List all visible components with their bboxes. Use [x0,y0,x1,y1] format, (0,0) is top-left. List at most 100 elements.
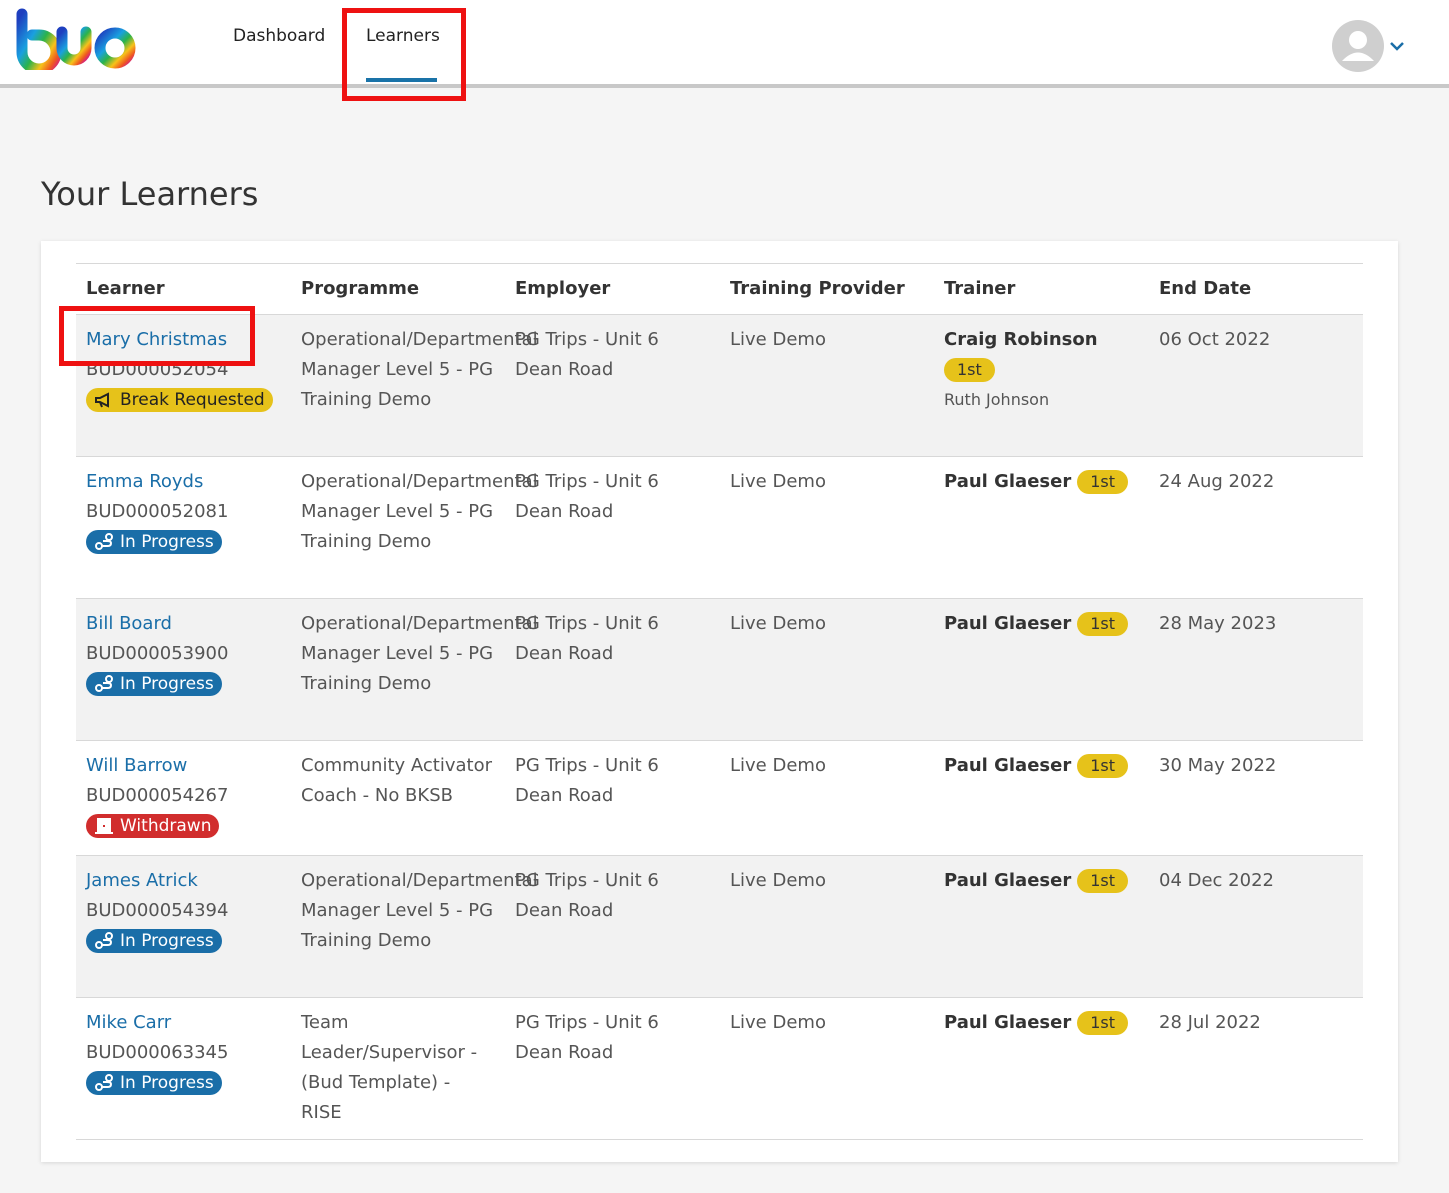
learner-id: BUD000052081 [86,501,229,522]
route-icon [95,932,113,949]
status-label: In Progress [120,532,214,552]
top-navigation-bar: Dashboard Learners [0,0,1449,88]
status-label: In Progress [120,931,214,951]
end-date-cell: 06 Oct 2022 [1149,314,1363,457]
trainer-cell: Craig Robinson 1st Ruth Johnson [934,314,1149,457]
table-row[interactable]: Mike Carr BUD000063345 In Progress Team … [76,997,1363,1140]
provider-cell: Live Demo [720,740,934,856]
route-icon [95,1074,113,1091]
learner-id: BUD000052054 [86,359,229,380]
status-label: In Progress [120,1073,214,1093]
learner-name-link[interactable]: Emma Royds [86,467,281,497]
end-date-cell: 30 May 2022 [1149,740,1363,856]
provider-cell: Live Demo [720,314,934,457]
learner-id: BUD000053900 [86,643,229,664]
table-row[interactable]: James Atrick BUD000054394 In Progress Op… [76,855,1363,998]
chevron-down-icon[interactable] [1389,40,1405,52]
end-date-cell: 04 Dec 2022 [1149,855,1363,998]
programme-cell: Team Leader/Supervisor - (Bud Template) … [291,997,505,1140]
trainer-cell: Paul Glaeser 1st [934,598,1149,741]
column-header-learner[interactable]: Learner [76,263,291,315]
trainer-name: Craig Robinson [944,329,1098,350]
programme-cell: Operational/Departmental Manager Level 5… [291,598,538,741]
programme-cell: Community Activator Coach - No BKSB [291,740,505,856]
status-badge-withdrawn[interactable]: Withdrawn [86,814,220,838]
trainer-name: Paul Glaeser [944,471,1072,492]
learner-cell: Will Barrow BUD000054267 Withdrawn [76,740,291,856]
trainer-name: Paul Glaeser [944,613,1072,634]
table-row[interactable]: Emma Royds BUD000052081 In Progress Oper… [76,456,1363,599]
column-header-training-provider[interactable]: Training Provider [720,263,934,315]
learner-cell: James Atrick BUD000054394 In Progress [76,855,291,998]
nav-dashboard[interactable]: Dashboard [233,26,325,46]
programme-cell: Operational/Departmental Manager Level 5… [291,456,538,599]
trainer-cell: Paul Glaeser 1st [934,740,1149,856]
provider-cell: Live Demo [720,598,934,741]
column-header-end-date[interactable]: End Date [1149,263,1363,315]
status-badge-in-progress[interactable]: In Progress [86,672,222,696]
status-label: In Progress [120,674,214,694]
learners-card: Learner Programme Employer Training Prov… [41,241,1398,1162]
bud-logo[interactable] [14,8,142,70]
learner-cell: Emma Royds BUD000052081 In Progress [76,456,291,599]
status-badge-in-progress[interactable]: In Progress [86,530,222,554]
column-header-trainer[interactable]: Trainer [934,263,1149,315]
learner-name-link[interactable]: Mike Carr [86,1008,281,1038]
trainer-primary-tag: 1st [1077,1011,1129,1035]
end-date-cell: 24 Aug 2022 [1149,456,1363,599]
table-header-row: Learner Programme Employer Training Prov… [76,263,1363,315]
route-icon [95,533,113,550]
employer-cell: PG Trips - Unit 6 Dean Road [505,314,720,457]
status-badge-in-progress[interactable]: In Progress [86,929,222,953]
status-label: Break Requested [120,390,265,410]
employer-cell: PG Trips - Unit 6 Dean Road [505,740,720,856]
active-tab-indicator [366,78,437,82]
user-menu[interactable] [1332,20,1410,72]
end-date-cell: 28 May 2023 [1149,598,1363,741]
trainer-name: Paul Glaeser [944,870,1072,891]
page-title: Your Learners [41,175,259,213]
table-row[interactable]: Mary Christmas BUD000052054 Break Reques… [76,314,1363,457]
status-label: Withdrawn [120,816,212,836]
table-row[interactable]: Will Barrow BUD000054267 Withdrawn Commu… [76,740,1363,856]
employer-cell: PG Trips - Unit 6 Dean Road [505,997,720,1140]
table-row[interactable]: Bill Board BUD000053900 In Progress Oper… [76,598,1363,741]
learner-cell: Mike Carr BUD000063345 In Progress [76,997,291,1140]
exit-door-icon [95,818,113,834]
trainer-cell: Paul Glaeser 1st [934,456,1149,599]
learner-name-link[interactable]: James Atrick [86,866,281,896]
learner-id: BUD000054267 [86,785,229,806]
learner-cell: Mary Christmas BUD000052054 Break Reques… [76,314,291,457]
employer-cell: PG Trips - Unit 6 Dean Road [505,598,720,741]
employer-cell: PG Trips - Unit 6 Dean Road [505,855,720,998]
provider-cell: Live Demo [720,997,934,1140]
learner-name-link[interactable]: Will Barrow [86,751,281,781]
trainer-cell: Paul Glaeser 1st [934,855,1149,998]
trainer-name: Paul Glaeser [944,755,1072,776]
column-header-programme[interactable]: Programme [291,263,505,315]
trainer-cell: Paul Glaeser 1st [934,997,1149,1140]
learner-name-link[interactable]: Bill Board [86,609,281,639]
trainer-name: Paul Glaeser [944,1012,1072,1033]
programme-cell: Operational/Departmental Manager Level 5… [291,314,538,457]
trainer-primary-tag: 1st [1077,869,1129,893]
trainer-primary-tag: 1st [944,358,995,382]
column-header-employer[interactable]: Employer [505,263,720,315]
user-avatar-icon[interactable] [1332,20,1384,72]
end-date-cell: 28 Jul 2022 [1149,997,1363,1140]
employer-cell: PG Trips - Unit 6 Dean Road [505,456,720,599]
route-icon [95,675,113,692]
learner-id: BUD000063345 [86,1042,229,1063]
secondary-trainer-name: Ruth Johnson [944,390,1050,409]
megaphone-icon [95,392,109,408]
programme-cell: Operational/Departmental Manager Level 5… [291,855,538,998]
status-badge-break-requested[interactable]: Break Requested [86,388,273,412]
status-badge-in-progress[interactable]: In Progress [86,1071,222,1095]
provider-cell: Live Demo [720,855,934,998]
trainer-primary-tag: 1st [1077,470,1129,494]
learner-cell: Bill Board BUD000053900 In Progress [76,598,291,741]
trainer-primary-tag: 1st [1077,754,1129,778]
learner-id: BUD000054394 [86,900,229,921]
nav-learners[interactable]: Learners [366,26,440,46]
learner-name-link[interactable]: Mary Christmas [86,325,281,355]
